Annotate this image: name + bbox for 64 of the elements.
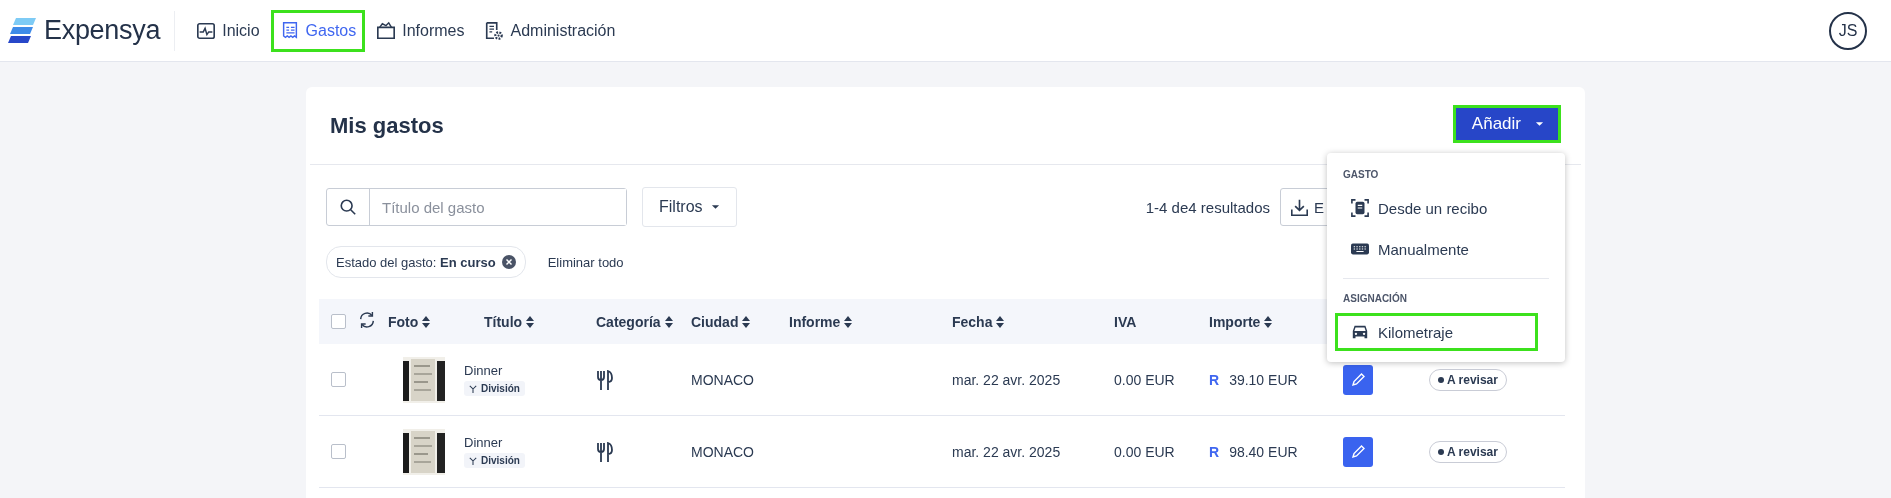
download-icon [1291, 198, 1308, 216]
column-header[interactable]: Foto [388, 313, 484, 330]
nav-tab[interactable]: Administración [475, 9, 625, 52]
pencil-icon [1350, 371, 1366, 388]
refresh-icon[interactable] [358, 311, 376, 329]
table-cell: 98.40 EUR [1229, 443, 1298, 460]
select-all-checkbox[interactable] [331, 314, 346, 329]
menu-item[interactable]: Kilometraje [1335, 313, 1538, 351]
table-cell-text: 0.00 EUR [1114, 371, 1176, 388]
nav-tab[interactable]: Gastos [270, 9, 366, 52]
row-checkbox[interactable] [331, 372, 346, 387]
filter-chip[interactable]: Estado del gasto: En curso [326, 246, 526, 278]
column-header[interactable]: IVA [1114, 313, 1209, 330]
expense-title: Dinner [464, 435, 503, 450]
menu-item[interactable]: Manualmente [1335, 230, 1538, 268]
split-tag: División [464, 381, 525, 396]
edit-button[interactable] [1343, 364, 1373, 395]
close-icon[interactable] [501, 255, 516, 269]
receipt-flag-label: R [1209, 443, 1220, 460]
menu-heading: ASIGNACIÓN [1342, 291, 1408, 306]
table-cell-text: MONACO [691, 371, 755, 388]
add-button[interactable]: Añadir [1452, 105, 1561, 143]
nav-tab[interactable]: Inicio [187, 9, 269, 52]
table-cell-text: MONACO [691, 443, 755, 460]
row-checkbox[interactable] [331, 444, 346, 459]
scan-receipt-icon [1351, 199, 1369, 217]
column-header[interactable]: Importe [1209, 313, 1334, 330]
column-header[interactable]: Fecha [952, 313, 1114, 330]
dot-icon [1438, 448, 1444, 455]
user-avatar[interactable]: JS [1829, 11, 1867, 50]
clear-all-link[interactable]: Eliminar todo [547, 254, 624, 270]
filters-button[interactable]: Filtros [642, 187, 737, 227]
column-header[interactable]: Informe [789, 313, 952, 330]
search-field[interactable]: Título del gasto [326, 188, 627, 226]
fork-knife-icon [596, 369, 614, 390]
logo-text[interactable]: Expensya [44, 15, 161, 46]
receipt-flag-label: R [1209, 371, 1220, 388]
results-count: 1-4 de4 resultados [1145, 198, 1270, 216]
car-icon [1351, 323, 1369, 341]
menu-heading: GASTO [1342, 168, 1380, 182]
expense-title: Dinner [464, 363, 503, 378]
edit-button[interactable] [1343, 436, 1373, 467]
pencil-icon [1350, 443, 1366, 460]
document-gear-icon [484, 20, 505, 41]
logo-icon [8, 16, 38, 45]
split-icon [469, 456, 477, 465]
folder-icon [376, 20, 397, 41]
search-icon [339, 198, 357, 216]
table-cell-text: 0.00 EUR [1114, 443, 1176, 460]
table-cell-text: mar. 22 avr. 2025 [952, 443, 1062, 460]
split-tag: División [464, 453, 525, 468]
dot-icon [1438, 376, 1444, 383]
column-header[interactable]: Ciudad [691, 313, 789, 330]
activity-icon [196, 20, 217, 41]
page-title: Mis gastos [330, 112, 444, 139]
caret-icon [1535, 121, 1544, 127]
column-header[interactable]: Categoría [568, 313, 691, 330]
nav-tab[interactable]: Informes [367, 9, 474, 52]
caret-icon [710, 204, 720, 210]
fork-knife-icon [596, 441, 614, 462]
table-cell: 39.10 EUR [1229, 371, 1298, 388]
table-cell-text: mar. 22 avr. 2025 [952, 371, 1062, 388]
split-icon [469, 384, 477, 393]
column-header[interactable]: Título [484, 313, 568, 330]
